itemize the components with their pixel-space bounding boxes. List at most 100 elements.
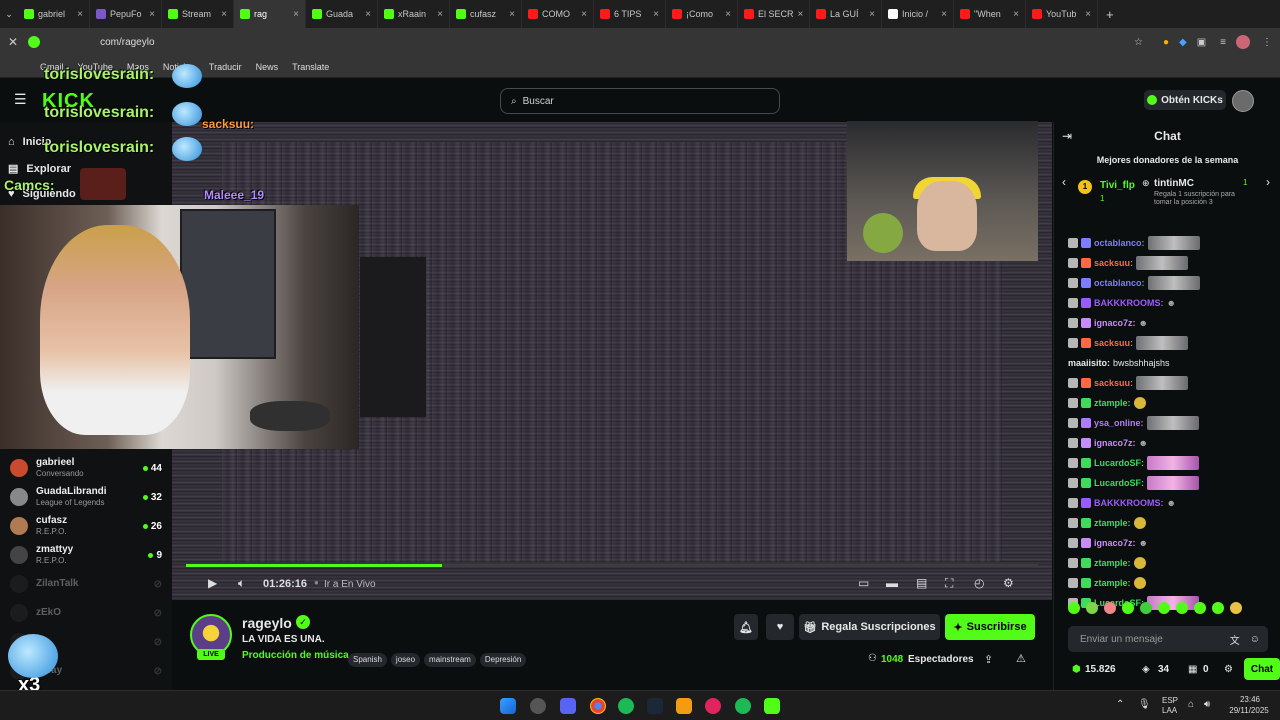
tab-close-icon[interactable]: ×: [77, 9, 83, 20]
volume-icon[interactable]: 🔈︎: [238, 576, 245, 591]
chat-input[interactable]: Enviar un mensaje 文 ☺: [1068, 626, 1268, 652]
tab-close-icon[interactable]: ×: [1013, 9, 1019, 20]
browser-tab[interactable]: Stream ×: [162, 0, 234, 28]
chat-settings-icon[interactable]: ⚙: [1224, 664, 1233, 675]
address-bar[interactable]: ✕ com/rageylo ☆ ● ◆ ▣ ≡ ⋮: [0, 28, 1280, 56]
kick-app-icon[interactable]: [764, 698, 780, 714]
lang-indicator[interactable]: ESP: [1162, 696, 1178, 705]
notifications-button[interactable]: 🔔︎: [734, 614, 758, 640]
clock-date[interactable]: 29/11/2025: [1222, 706, 1276, 715]
streamer-name[interactable]: rageylo: [242, 615, 292, 631]
browser-tab[interactable]: Inicio / ×: [882, 0, 954, 28]
emote-icon[interactable]: [1194, 602, 1206, 614]
browser-tab[interactable]: YouTub ×: [1026, 0, 1098, 28]
tab-close-icon[interactable]: ×: [725, 9, 731, 20]
sidebar-channel-item[interactable]: cufasz R.E.P.O. 26: [10, 512, 162, 540]
chat-username[interactable]: sacksuu:: [1094, 338, 1133, 348]
emote-icon[interactable]: [1158, 602, 1170, 614]
user-avatar[interactable]: [1232, 90, 1254, 112]
chat-username[interactable]: ignaco7z:: [1094, 538, 1136, 548]
clock-time[interactable]: 23:46: [1228, 695, 1272, 704]
chat-username[interactable]: octablanco:: [1094, 278, 1145, 288]
new-tab-icon[interactable]: +: [1106, 7, 1114, 22]
tab-close-icon[interactable]: ×: [869, 9, 875, 20]
subscribe-button[interactable]: ✦ Suscribirse: [945, 614, 1035, 640]
play-icon[interactable]: ▶: [208, 576, 217, 590]
browser-tab[interactable]: COMO ×: [522, 0, 594, 28]
tab-close-icon[interactable]: ×: [509, 9, 515, 20]
app-icon-2[interactable]: [676, 698, 692, 714]
hamburger-menu-icon[interactable]: ☰: [14, 91, 27, 108]
search-input[interactable]: ⌕ Buscar: [500, 88, 780, 114]
donor-2-name[interactable]: tintinMC: [1154, 178, 1194, 189]
browser-tab[interactable]: PepuFo ×: [90, 0, 162, 28]
chat-username[interactable]: sacksuu:: [1094, 378, 1133, 388]
tab-close-icon[interactable]: ×: [1085, 9, 1091, 20]
donor-1-name[interactable]: Tivi_flp: [1100, 180, 1135, 191]
puzzle-icon[interactable]: ▣: [1197, 37, 1206, 48]
emote-icon[interactable]: [1176, 602, 1188, 614]
tag[interactable]: mainstream: [424, 653, 476, 667]
translate-icon[interactable]: 文: [1230, 632, 1240, 647]
chat-username[interactable]: ztample:: [1094, 578, 1131, 588]
opera-icon[interactable]: [705, 698, 721, 714]
browser-tab[interactable]: "When ×: [954, 0, 1026, 28]
settings-gear-icon[interactable]: ⚙: [1003, 576, 1014, 590]
browser-tab[interactable]: Guada ×: [306, 0, 378, 28]
emote-icon[interactable]: [1122, 602, 1134, 614]
prev-arrow-icon[interactable]: ‹: [1062, 175, 1066, 189]
tab-search-icon[interactable]: ≡: [1220, 37, 1226, 48]
tag[interactable]: Depresión: [479, 653, 527, 667]
tab-close-icon[interactable]: ×: [941, 9, 947, 20]
browser-tab[interactable]: 6 TIPS ×: [594, 0, 666, 28]
chrome-icon[interactable]: [590, 698, 606, 714]
get-kicks-button[interactable]: Obtén KICKs: [1144, 90, 1226, 110]
report-icon[interactable]: ⚠: [1016, 652, 1026, 665]
sidebar-channel-item[interactable]: zEkO ⊘: [10, 599, 162, 627]
network-icon[interactable]: ⌂: [1188, 699, 1194, 710]
progress-bar[interactable]: [186, 564, 1038, 567]
browser-tab[interactable]: El SECR ×: [738, 0, 810, 28]
mic-icon[interactable]: 🎙︎: [1138, 699, 1151, 710]
chat-username[interactable]: ysa_online:: [1094, 418, 1144, 428]
chat-username[interactable]: BAKKKROOMS:: [1094, 498, 1164, 508]
emote-icon[interactable]: [1068, 602, 1080, 614]
fullscreen-icon[interactable]: ⛶: [945, 576, 953, 591]
tab-close-icon[interactable]: ×: [798, 9, 804, 20]
extension-icon-2[interactable]: ◆: [1179, 37, 1187, 48]
chat-username[interactable]: ignaco7z:: [1094, 318, 1136, 328]
chat-username[interactable]: ztample:: [1094, 398, 1131, 408]
emote-icon[interactable]: [1212, 602, 1224, 614]
chat-username[interactable]: ztample:: [1094, 518, 1131, 528]
follow-button[interactable]: ♥: [766, 614, 794, 640]
sidebar-item-explore[interactable]: ▤ Explorar: [8, 162, 71, 176]
miniplayer-icon[interactable]: ▭: [858, 576, 869, 590]
app-icon[interactable]: [530, 698, 546, 714]
browser-tab[interactable]: La GUÍ ×: [810, 0, 882, 28]
browser-tab[interactable]: ¡Como ×: [666, 0, 738, 28]
category-link[interactable]: Producción de música: [242, 650, 349, 661]
emote-icon[interactable]: [1140, 602, 1152, 614]
url-text[interactable]: com/rageylo: [100, 37, 154, 48]
back-icon[interactable]: ✕: [8, 35, 18, 49]
share-icon[interactable]: ⇪: [984, 653, 993, 666]
chat-send-button[interactable]: Chat: [1244, 658, 1280, 680]
tag[interactable]: Spanish: [348, 653, 387, 667]
emoji-icon[interactable]: ☺: [1250, 634, 1260, 645]
next-arrow-icon[interactable]: ›: [1266, 175, 1270, 189]
emote-icon[interactable]: [1230, 602, 1242, 614]
bookmark-item[interactable]: Translate: [292, 62, 329, 72]
browser-tab[interactable]: xRaain ×: [378, 0, 450, 28]
chat-username[interactable]: ztample:: [1094, 558, 1131, 568]
chat-username[interactable]: maaiisito:: [1068, 358, 1110, 368]
chat-username[interactable]: sacksuu:: [1094, 258, 1133, 268]
discord-icon[interactable]: [560, 698, 576, 714]
bookmark-item[interactable]: News: [256, 62, 279, 72]
volume-icon[interactable]: 🔊︎: [1204, 699, 1210, 710]
clip-icon[interactable]: ▬: [886, 576, 898, 590]
windows-start-icon[interactable]: [500, 698, 516, 714]
tag[interactable]: joseo: [390, 653, 421, 667]
browser-tab[interactable]: gabriel ×: [18, 0, 90, 28]
tab-close-icon[interactable]: ×: [149, 9, 155, 20]
profile-avatar[interactable]: [1236, 35, 1250, 49]
